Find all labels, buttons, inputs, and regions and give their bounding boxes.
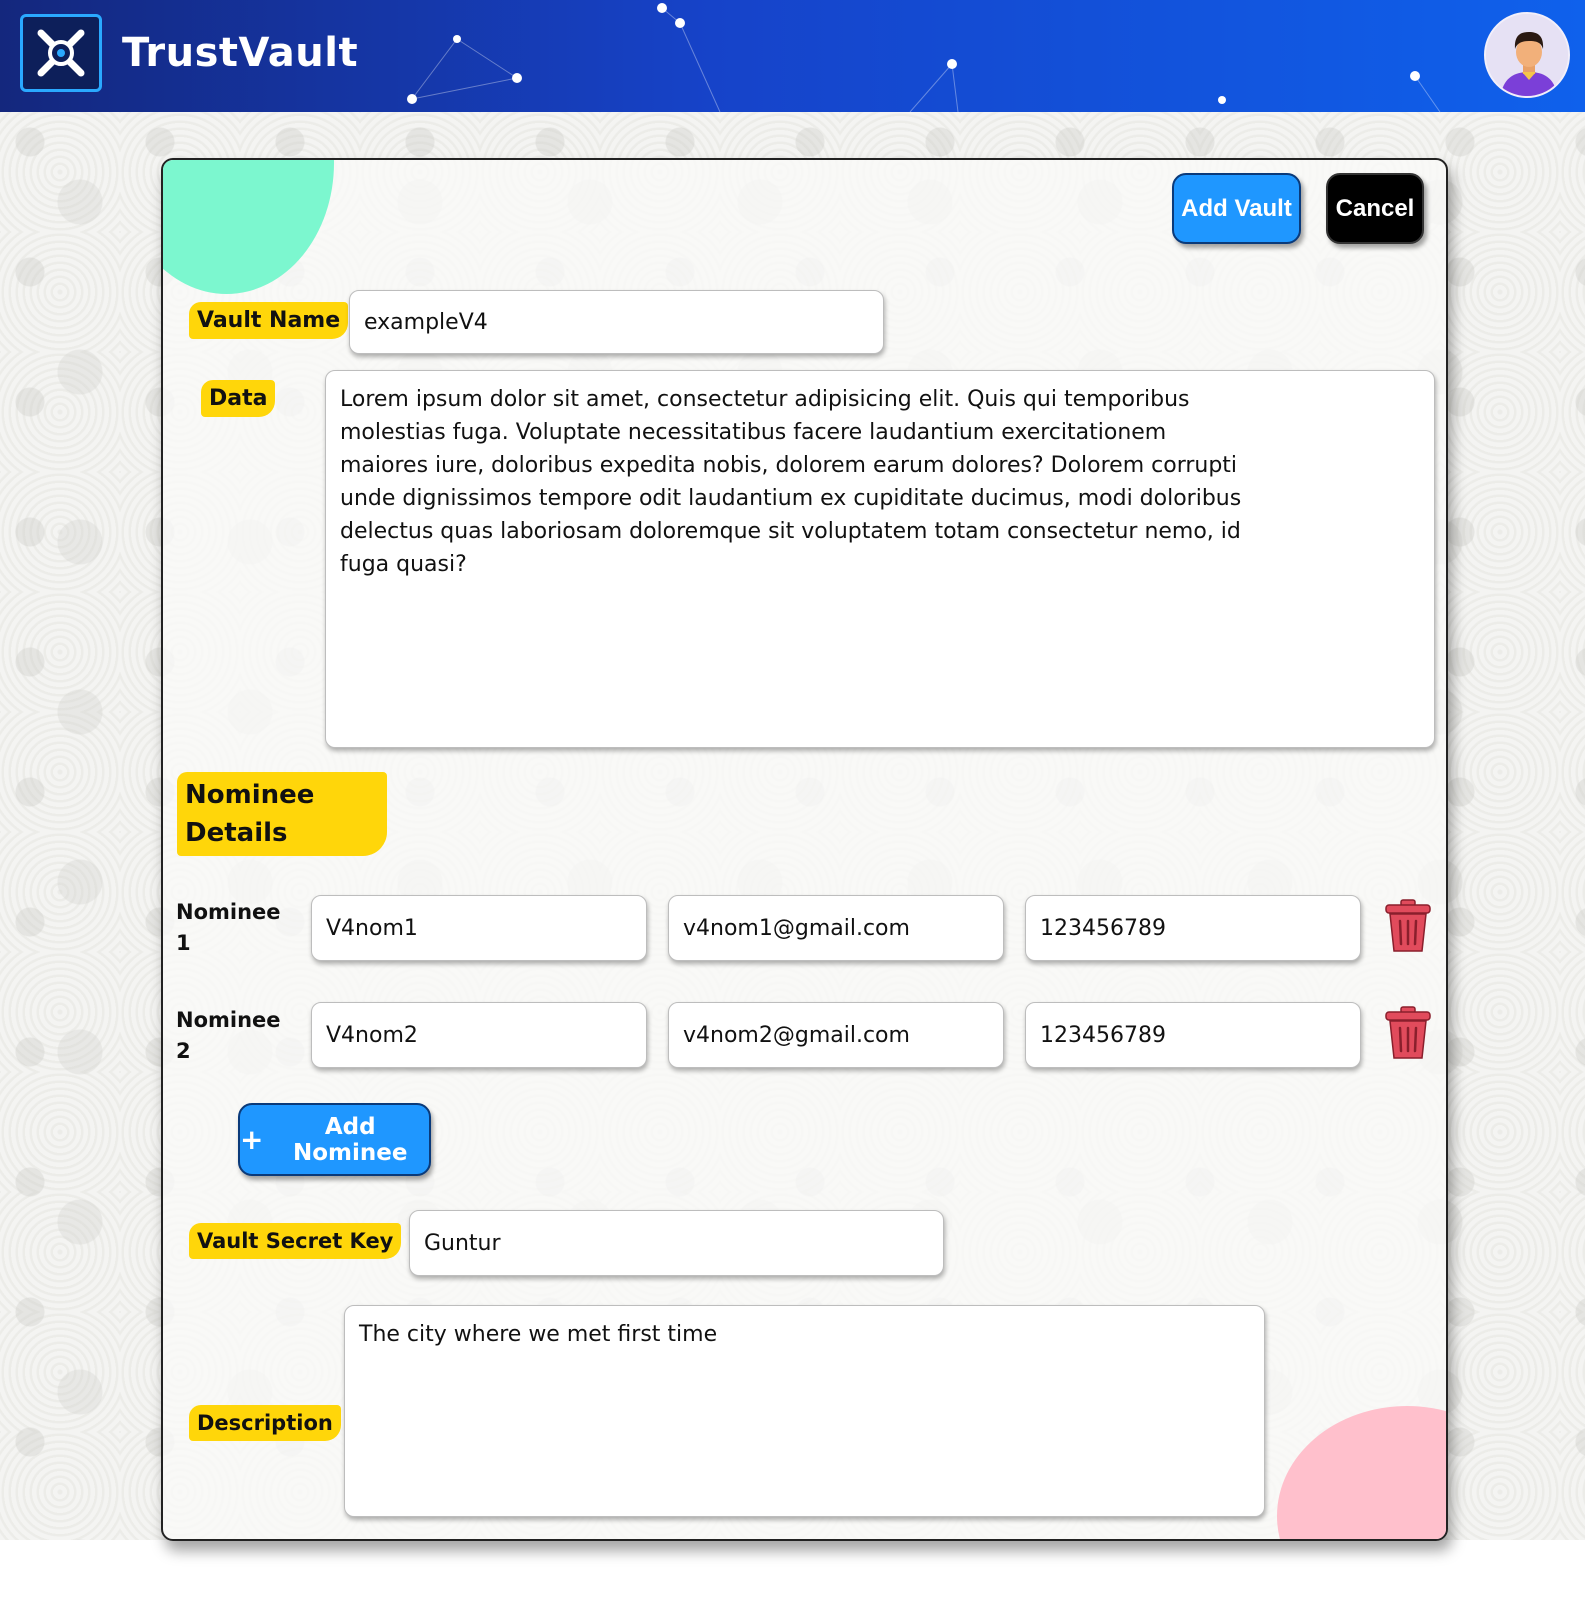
description-textarea[interactable]: The city where we met first time <box>344 1305 1265 1517</box>
nominee-2-email-input[interactable] <box>668 1002 1004 1068</box>
vault-secret-key-input[interactable] <box>409 1210 944 1276</box>
mint-circle-decoration <box>163 160 334 294</box>
nominee-2-phone-input[interactable] <box>1025 1002 1361 1068</box>
data-label: Data <box>201 380 276 417</box>
user-avatar-icon[interactable] <box>1484 12 1570 98</box>
nominee-2-name-input[interactable] <box>311 1002 647 1068</box>
vault-secret-key-label: Vault Secret Key <box>189 1223 402 1259</box>
plus-icon: + <box>240 1122 264 1156</box>
brand-name[interactable]: TrustVault <box>122 30 358 76</box>
add-nominee-label: Add Nominee <box>292 1113 408 1166</box>
description-label: Description <box>189 1405 341 1441</box>
vault-name-input[interactable] <box>349 290 884 354</box>
pink-circle-decoration <box>1277 1406 1446 1539</box>
add-vault-button[interactable]: Add Vault <box>1172 173 1301 244</box>
data-textarea[interactable]: Lorem ipsum dolor sit amet, consectetur … <box>325 370 1435 748</box>
nominee-1-label: Nominee 1 <box>176 900 281 955</box>
nominee-1-phone-input[interactable] <box>1025 895 1361 961</box>
nominee-1-name-input[interactable] <box>311 895 647 961</box>
delete-nominee-1-trash-icon[interactable] <box>1383 898 1433 954</box>
cancel-button[interactable]: Cancel <box>1326 173 1424 244</box>
vault-x-icon[interactable] <box>20 14 102 92</box>
nominee-details-heading: Nominee Details <box>177 772 387 856</box>
nominee-1-email-input[interactable] <box>668 895 1004 961</box>
vault-name-label: Vault Name <box>189 302 349 339</box>
add-vault-form-card: Add Vault Cancel Vault Name Data Lorem i… <box>161 158 1448 1541</box>
add-nominee-button[interactable]: + Add Nominee <box>238 1103 431 1176</box>
top-navbar: TrustVault <box>0 0 1585 112</box>
delete-nominee-2-trash-icon[interactable] <box>1383 1005 1433 1061</box>
nominee-2-label: Nominee 2 <box>176 1008 281 1063</box>
